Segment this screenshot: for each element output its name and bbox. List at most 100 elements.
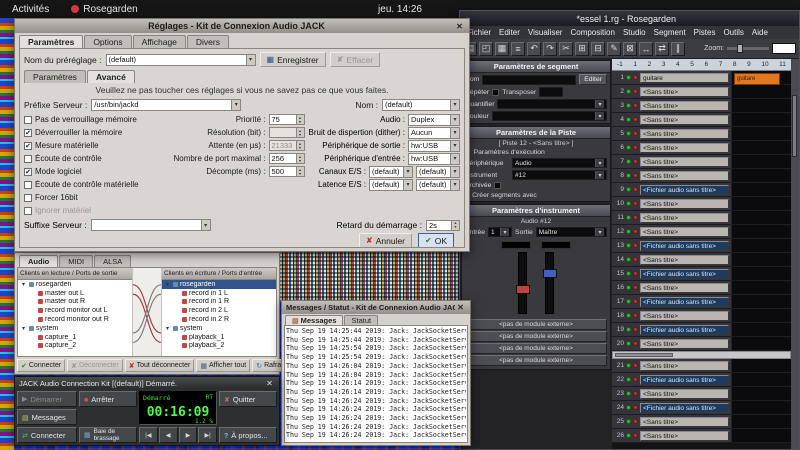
checkbox[interactable] — [24, 116, 32, 124]
track-name[interactable]: <Sans titre> — [640, 199, 729, 209]
segment-canvas[interactable] — [731, 401, 791, 414]
tab-alsa[interactable]: ALSA — [94, 255, 131, 267]
track-mute-led[interactable] — [626, 243, 631, 248]
track-record-led[interactable] — [633, 117, 638, 122]
audio-mode-select[interactable]: Duplex — [408, 114, 460, 126]
track-name[interactable]: <Fichier audio sans titre> — [640, 403, 729, 413]
port-row[interactable]: record in 2 L — [162, 306, 276, 315]
track-row[interactable]: 14 <Sans titre> — [612, 253, 791, 267]
tab-statut[interactable]: Statut — [344, 315, 378, 325]
track-name[interactable]: <Sans titre> — [640, 129, 729, 139]
open-file-icon[interactable]: ◰ — [479, 42, 493, 56]
tab-midi[interactable]: MIDI — [59, 255, 93, 267]
vertical-scrollbar[interactable] — [791, 59, 799, 449]
track-header[interactable]: 2 <Sans titre> — [612, 85, 731, 98]
track-row[interactable]: 26 <Sans titre> — [612, 429, 791, 443]
about-button[interactable]: À propos... — [219, 427, 277, 443]
track-mute-led[interactable] — [626, 159, 631, 164]
track-row[interactable]: 15 <Fichier audio sans titre> — [612, 267, 791, 281]
track-record-led[interactable] — [633, 243, 638, 248]
vertical-scrollbar-thumb[interactable] — [792, 95, 797, 157]
track-record-led[interactable] — [633, 75, 638, 80]
track-record-led[interactable] — [633, 419, 638, 424]
track-record-led[interactable] — [633, 299, 638, 304]
port-row[interactable]: ▾ system — [18, 324, 132, 333]
expander-icon[interactable]: ▾ — [166, 325, 171, 332]
redo-icon[interactable]: ↷ — [543, 42, 557, 56]
segment-canvas[interactable] — [731, 225, 791, 238]
track-name[interactable]: <Sans titre> — [640, 417, 729, 427]
track-row[interactable]: 18 <Sans titre> — [612, 309, 791, 323]
transport-button[interactable]: ◀ — [159, 427, 178, 443]
track-header[interactable]: 20 <Sans titre> — [612, 337, 731, 350]
track-archived-checkbox[interactable] — [494, 182, 501, 189]
track-record-led[interactable] — [633, 145, 638, 150]
port-row[interactable]: record monitor out R — [18, 315, 132, 324]
out-channels-select[interactable]: (default) — [416, 166, 460, 178]
track-record-led[interactable] — [633, 405, 638, 410]
segment-canvas[interactable] — [731, 99, 791, 112]
menu-item[interactable]: Outils — [720, 28, 746, 37]
connection-action-button[interactable]: ✘ Déconnecter — [67, 359, 123, 372]
menu-item[interactable]: Composition — [567, 28, 617, 37]
settings-checkbox-row[interactable]: Ignorer matériel — [24, 204, 160, 217]
track-mute-led[interactable] — [626, 257, 631, 262]
draw-icon[interactable]: ✎ — [607, 42, 621, 56]
track-mute-led[interactable] — [626, 89, 631, 94]
track-row[interactable]: 7 <Sans titre> — [612, 155, 791, 169]
track-mute-led[interactable] — [626, 377, 631, 382]
track-mute-led[interactable] — [626, 229, 631, 234]
transport-button[interactable]: ▶ — [179, 427, 198, 443]
spin-arrows-icon[interactable] — [296, 141, 304, 150]
track-name[interactable]: <Sans titre> — [640, 311, 729, 321]
segment-name-input[interactable] — [482, 75, 576, 85]
track-name[interactable]: <Sans titre> — [640, 339, 729, 349]
track-name[interactable]: <Sans titre> — [640, 115, 729, 125]
undo-icon[interactable]: ↶ — [527, 42, 541, 56]
playback-fader[interactable] — [545, 252, 554, 314]
spin-input[interactable]: 21333 — [269, 140, 305, 151]
track-name[interactable]: <Sans titre> — [640, 143, 729, 153]
segment-transpose-input[interactable] — [539, 87, 563, 97]
track-header[interactable]: 13 <Fichier audio sans titre> — [612, 239, 731, 252]
track-row[interactable]: 4 <Sans titre> — [612, 113, 791, 127]
track-mute-led[interactable] — [626, 75, 631, 80]
instrument-parameters-header[interactable]: Paramètres d'instrument — [462, 205, 610, 217]
port-row[interactable]: capture_1 — [18, 333, 132, 342]
track-record-led[interactable] — [633, 103, 638, 108]
segment-canvas[interactable] — [731, 239, 791, 252]
track-row[interactable]: 20 <Sans titre> — [612, 337, 791, 351]
segment-canvas[interactable] — [731, 113, 791, 126]
settings-checkbox-row[interactable]: Pas de verrouillage mémoire — [24, 113, 160, 126]
spin-arrows-icon[interactable] — [451, 221, 459, 230]
out-latency-select[interactable]: (default) — [416, 179, 460, 191]
track-header[interactable]: 21 <Sans titre> — [612, 359, 731, 372]
tab-audio[interactable]: Audio — [19, 255, 58, 267]
track-header[interactable]: 9 <Fichier audio sans titre> — [612, 183, 731, 196]
segment-canvas[interactable] — [731, 169, 791, 182]
track-record-led[interactable] — [633, 391, 638, 396]
track-name[interactable]: <Fichier audio sans titre> — [640, 375, 729, 385]
instrument-output-select[interactable]: Maître — [536, 227, 607, 237]
track-name[interactable]: <Fichier audio sans titre> — [640, 325, 729, 335]
plugin-slot-button[interactable]: <pas de module externe> — [465, 319, 607, 330]
port-row[interactable]: playback_1 — [162, 333, 276, 342]
track-name[interactable]: <Fichier audio sans titre> — [640, 241, 729, 251]
activities-button[interactable]: Activités — [0, 4, 61, 15]
print-icon[interactable]: ≡ — [511, 42, 525, 56]
checkbox[interactable] — [24, 207, 32, 215]
track-row[interactable]: 10 <Sans titre> — [612, 197, 791, 211]
track-record-led[interactable] — [633, 271, 638, 276]
port-row[interactable]: record in 1 L — [162, 289, 276, 298]
input-device-select[interactable]: hw:USB — [408, 153, 460, 165]
output-device-select[interactable]: hw:USB — [408, 140, 460, 152]
track-header[interactable]: 23 <Sans titre> — [612, 387, 731, 400]
track-record-led[interactable] — [633, 257, 638, 262]
track-row[interactable]: 2 <Sans titre> — [612, 85, 791, 99]
dither-select[interactable]: Aucun — [408, 127, 460, 139]
server-prefix-select[interactable]: /usr/bin/jackd — [91, 99, 241, 111]
expander-icon[interactable]: ▾ — [22, 281, 27, 288]
paste-icon[interactable]: ⊟ — [591, 42, 605, 56]
track-header[interactable]: 5 <Sans titre> — [612, 127, 731, 140]
connection-action-button[interactable]: ▦ Afficher tout — [196, 359, 250, 372]
